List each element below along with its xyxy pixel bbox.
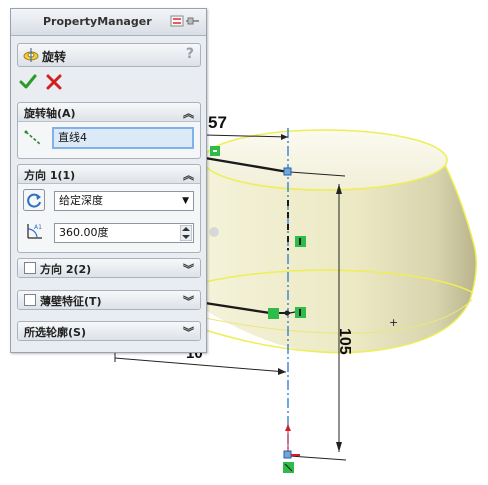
- thin-feature-group[interactable]: 薄壁特征(T) ︾: [17, 290, 201, 310]
- ok-checkmark-icon[interactable]: [19, 73, 37, 91]
- thin-feature-group-header[interactable]: 薄壁特征(T) ︾: [18, 291, 200, 309]
- thin-feature-checkbox[interactable]: [24, 294, 36, 306]
- feature-name: 旋转: [42, 50, 67, 64]
- property-manager-title: PropertyManager: [43, 15, 152, 28]
- spinner-icon[interactable]: [180, 225, 192, 241]
- reverse-direction-icon[interactable]: [23, 189, 45, 211]
- direction2-group-title: 方向 2(2): [40, 263, 92, 276]
- angle-value: 360.00度: [59, 226, 109, 239]
- top-face[interactable]: [202, 129, 448, 191]
- direction2-group-header[interactable]: 方向 2(2) ︾: [18, 259, 200, 277]
- direction1-group-header[interactable]: 方向 1(1) ︽: [18, 165, 200, 184]
- angle-icon: A1: [27, 224, 42, 239]
- chevron-up-icon[interactable]: ︽: [183, 167, 194, 183]
- triad-arrow-up: [285, 424, 291, 431]
- direction1-group-title: 方向 1(1): [24, 169, 76, 182]
- axis-group: 旋转轴(A) ︽ 直线4: [17, 102, 201, 159]
- axis-group-header[interactable]: 旋转轴(A) ︽: [18, 103, 200, 122]
- coincident-relation-icon[interactable]: [268, 308, 279, 319]
- dimension-57[interactable]: 57: [208, 113, 227, 132]
- help-icon[interactable]: ?: [186, 46, 194, 62]
- dim-105-ext-bottom: [289, 455, 347, 461]
- contours-group-title: 所选轮廓(S): [24, 326, 86, 339]
- property-manager-header: PropertyManager: [11, 9, 206, 36]
- chevron-down-icon[interactable]: ︾: [183, 261, 194, 277]
- chevron-up-icon[interactable]: ︽: [183, 105, 194, 121]
- sketch-point-marker[interactable]: +: [389, 316, 398, 329]
- horizontal-relation-glyph: [213, 150, 217, 152]
- thin-feature-group-title: 薄壁特征(T): [40, 295, 102, 308]
- dimension-105[interactable]: 105: [336, 328, 353, 355]
- direction1-group: 方向 1(1) ︽ 给定深度 ▼ A1 360.00度: [17, 164, 201, 253]
- profile-point[interactable]: [284, 310, 290, 316]
- angle-input[interactable]: 360.00度: [54, 223, 194, 243]
- chevron-down-icon: ▼: [182, 196, 189, 206]
- axis-group-title: 旋转轴(A): [24, 107, 76, 120]
- origin-marker: [209, 227, 219, 237]
- direction2-checkbox[interactable]: [24, 262, 36, 274]
- vertical-relation-glyph: [299, 238, 301, 245]
- contours-group[interactable]: 所选轮廓(S) ︾: [17, 321, 201, 341]
- cancel-x-icon[interactable]: [45, 73, 63, 91]
- dim-10-arrow: [278, 368, 286, 375]
- property-manager[interactable]: PropertyManager 旋转 ? 旋转轴(A) ︽ 直线4 方向 1(1…: [10, 8, 207, 353]
- end-condition-select[interactable]: 给定深度 ▼: [54, 191, 194, 211]
- axis-line-icon: [24, 130, 41, 145]
- dim-105-arrow-bottom: [336, 442, 342, 452]
- svg-text:A1: A1: [34, 224, 42, 231]
- direction2-group[interactable]: 方向 2(2) ︾: [17, 258, 201, 278]
- vertical-relation-glyph-2: [299, 309, 301, 316]
- feature-header: 旋转 ?: [17, 43, 201, 67]
- pin-icon[interactable]: [170, 15, 200, 27]
- endpoint-bottom[interactable]: [283, 450, 292, 459]
- end-condition-value: 给定深度: [59, 194, 103, 207]
- contours-group-header[interactable]: 所选轮廓(S) ︾: [18, 322, 200, 340]
- chevron-down-icon[interactable]: ︾: [183, 324, 194, 340]
- revolve-icon: [23, 48, 39, 62]
- chevron-down-icon[interactable]: ︾: [183, 293, 194, 309]
- endpoint-top[interactable]: [283, 167, 292, 176]
- axis-selection-field[interactable]: 直线4: [52, 127, 194, 149]
